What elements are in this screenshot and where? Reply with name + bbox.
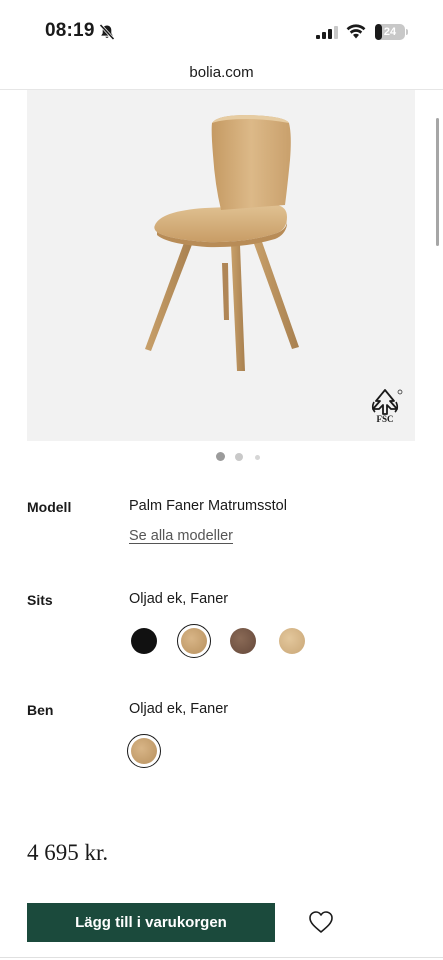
legs-value: Oljad ek, Faner <box>129 701 229 717</box>
price: 4 695 kr. <box>27 840 109 865</box>
legs-swatch-oak[interactable] <box>127 734 161 768</box>
add-to-cart-button[interactable]: Lägg till i varukorgen <box>27 903 275 942</box>
seat-label: Sits <box>27 592 53 608</box>
carousel-dot-3[interactable] <box>255 455 260 460</box>
seat-swatch-walnut[interactable] <box>230 628 256 654</box>
seat-swatch-black[interactable] <box>131 628 157 654</box>
status-time: 08:19 <box>45 20 95 41</box>
model-value: Palm Faner Matrumsstol <box>129 498 287 514</box>
seat-swatch-light-oak[interactable] <box>279 628 305 654</box>
fsc-label: FSC <box>376 414 394 424</box>
carousel-dot-2[interactable] <box>235 453 243 461</box>
model-label: Modell <box>27 499 72 515</box>
wifi-icon <box>346 24 366 39</box>
battery-tip <box>406 29 408 35</box>
battery-percentage: 24 <box>383 26 397 38</box>
seat-value: Oljad ek, Faner <box>129 591 229 607</box>
product-image[interactable]: FSC <box>27 90 415 441</box>
seat-swatch-oak[interactable] <box>177 624 211 658</box>
bell-muted-icon <box>99 23 115 41</box>
heart-icon[interactable] <box>308 910 334 934</box>
legs-label: Ben <box>27 702 54 718</box>
battery-icon: 24 <box>375 24 405 40</box>
bottom-divider <box>0 957 443 958</box>
url-bar[interactable]: bolia.com <box>0 62 443 90</box>
chair-image <box>145 115 299 371</box>
see-all-models-link[interactable]: Se alla modeller <box>129 528 233 544</box>
scrollbar[interactable] <box>436 118 439 246</box>
status-bar: 08:19 24 <box>0 0 443 62</box>
cellular-signal-icon <box>316 26 338 39</box>
carousel-dot-1[interactable] <box>216 452 225 461</box>
